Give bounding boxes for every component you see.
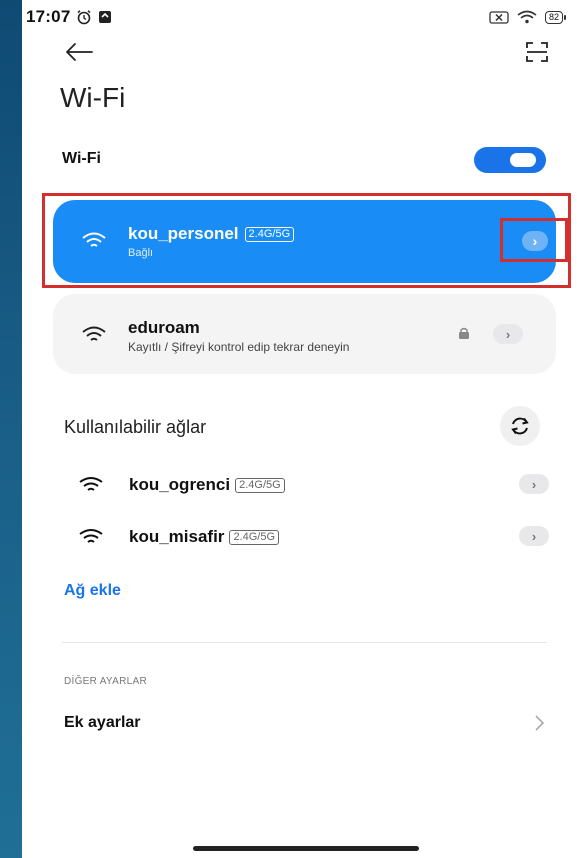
status-left: 17:07: [26, 7, 112, 27]
chevron-right-icon: ›: [531, 528, 537, 544]
chevron-highlight-box: ›: [500, 218, 568, 262]
band-tag: 2.4G/5G: [235, 477, 285, 493]
scan-button[interactable]: [525, 40, 551, 66]
refresh-button[interactable]: [500, 406, 540, 446]
connected-network-card[interactable]: kou_personel 2.4G/5G Bağlı ›: [53, 200, 568, 283]
toggle-knob: [510, 153, 536, 167]
divider: [62, 642, 547, 643]
extra-settings-row[interactable]: Ek ayarlar: [62, 708, 552, 740]
available-network-row[interactable]: kou_ogrenci 2.4G/5G ›: [62, 464, 549, 504]
top-actions: [22, 38, 577, 68]
wifi-icon: [79, 529, 103, 543]
alarm-icon: [77, 10, 92, 25]
status-time: 17:07: [26, 7, 71, 26]
refresh-icon: [511, 417, 529, 435]
wifi-toggle-row: Wi-Fi: [62, 145, 552, 175]
band-tag: 2.4G/5G: [229, 529, 280, 545]
sim-off-icon: [489, 10, 509, 24]
chevron-right-icon: ›: [531, 476, 537, 492]
notification-icon: [99, 11, 112, 23]
phone-screen: 17:07 82 Wi-Fi Wi-Fi kou_personel 2.4G/5…: [22, 0, 577, 858]
status-right: 82: [489, 10, 567, 24]
other-settings-section-label: DİĞER AYARLAR: [64, 676, 147, 687]
wifi-icon: [79, 477, 103, 491]
connected-network-name-row: kou_personel 2.4G/5G: [128, 224, 295, 244]
saved-network-status: Kayıtlı / Şifreyi kontrol edip tekrar de…: [128, 340, 350, 354]
back-arrow-icon: [66, 43, 93, 61]
network-details-button[interactable]: ›: [519, 526, 549, 546]
saved-network-card[interactable]: eduroam Kayıtlı / Şifreyi kontrol edip t…: [53, 294, 556, 374]
page-title: Wi-Fi: [60, 82, 126, 113]
wifi-toggle-switch[interactable]: [474, 147, 546, 173]
wifi-icon: [82, 232, 106, 247]
connected-network-name: kou_personel: [128, 224, 239, 243]
wifi-icon: [82, 326, 106, 341]
network-name: kou_ogrenci: [129, 475, 231, 494]
home-indicator[interactable]: [193, 846, 419, 851]
network-name-row: kou_misafir 2.4G/5G: [129, 527, 280, 547]
network-name-row: kou_ogrenci 2.4G/5G: [129, 475, 285, 495]
wifi-status-icon: [517, 10, 537, 24]
band-tag: 2.4G/5G: [244, 226, 295, 242]
saved-network-name: eduroam: [128, 318, 200, 337]
chevron-right-icon: ›: [532, 233, 538, 249]
chevron-right-icon: [535, 715, 545, 731]
add-network-link[interactable]: Ağ ekle: [64, 582, 121, 600]
available-networks-header: Kullanılabilir ağlar: [64, 417, 207, 437]
connected-network-status: Bağlı: [128, 247, 154, 259]
saved-network-details-button[interactable]: ›: [493, 324, 523, 344]
available-network-row[interactable]: kou_misafir 2.4G/5G ›: [62, 516, 549, 556]
battery-indicator: 82: [544, 10, 567, 24]
network-details-button[interactable]: ›: [522, 231, 548, 251]
back-button[interactable]: [64, 40, 94, 66]
scan-icon: [526, 42, 548, 62]
chevron-right-icon: ›: [505, 326, 511, 342]
network-name: kou_misafir: [129, 527, 225, 546]
lock-icon: [459, 327, 469, 339]
status-bar: 17:07 82: [22, 0, 577, 34]
extra-settings-label: Ek ayarlar: [64, 714, 141, 731]
network-details-button[interactable]: ›: [519, 474, 549, 494]
wifi-toggle-label: Wi-Fi: [62, 150, 101, 167]
